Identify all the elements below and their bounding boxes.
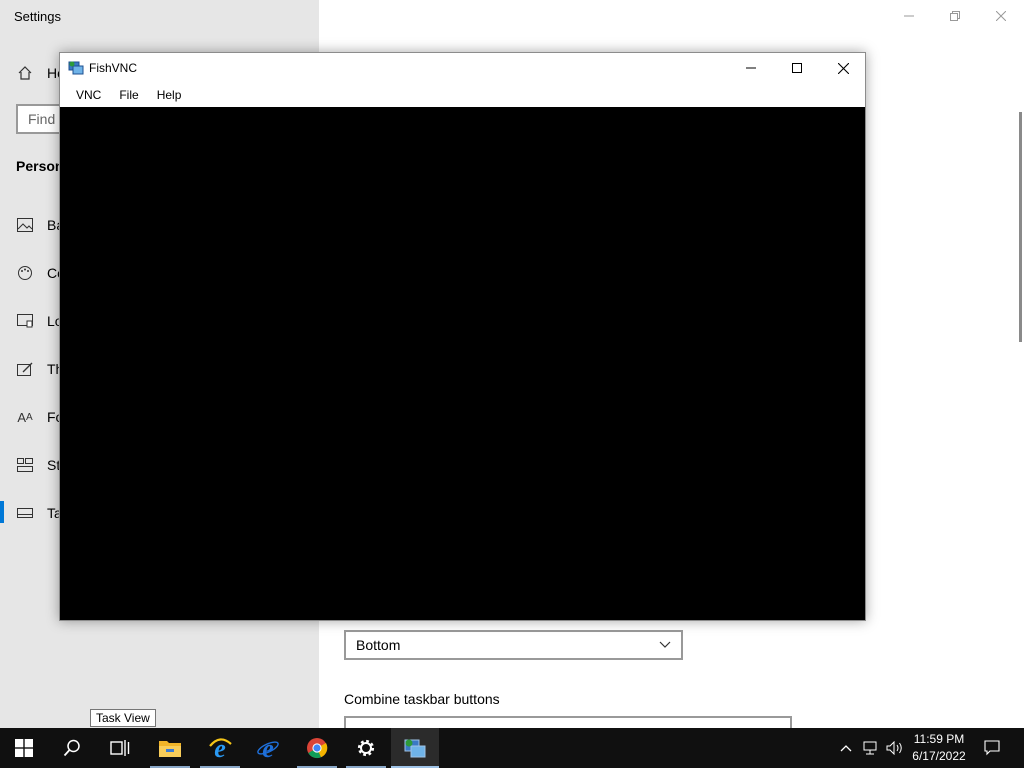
start-icon <box>16 456 34 474</box>
section-heading: Person <box>16 158 64 174</box>
sidebar-item-start[interactable]: St <box>16 453 60 477</box>
chrome-icon <box>307 738 328 759</box>
taskbar-location-value: Bottom <box>356 637 401 653</box>
task-view-tooltip: Task View <box>90 709 156 727</box>
vnc-menubar: VNC File Help <box>60 83 865 107</box>
sidebar-item-themes[interactable]: Th <box>16 357 63 381</box>
vnc-close-button[interactable] <box>820 53 866 83</box>
clock-time: 11:59 PM <box>913 732 965 746</box>
file-explorer-button[interactable] <box>146 728 194 768</box>
sidebar-item-lock-screen[interactable]: Lo <box>16 309 63 333</box>
menu-file[interactable]: File <box>110 83 147 107</box>
close-icon <box>837 62 849 74</box>
maximize-icon <box>792 63 802 73</box>
file-explorer-icon <box>159 741 181 757</box>
active-indicator <box>0 501 4 523</box>
fishvnc-window: FishVNC VNC File Help <box>59 52 866 621</box>
settings-restore-button[interactable] <box>940 4 970 28</box>
fishvnc-icon <box>404 739 426 758</box>
settings-close-button[interactable] <box>986 4 1016 28</box>
vnc-titlebar[interactable]: FishVNC <box>60 53 865 83</box>
search-icon <box>63 739 80 757</box>
vnc-maximize-button[interactable] <box>774 53 820 83</box>
svg-text:e: e <box>262 736 274 760</box>
picture-icon <box>16 216 34 234</box>
edge-button[interactable]: e <box>196 728 244 768</box>
taskbar: e e 11:59 PM 6/17/2022 <box>0 728 1024 768</box>
taskbar-location-dropdown[interactable]: Bottom <box>344 630 683 660</box>
palette-icon <box>16 264 34 282</box>
lock-screen-icon <box>16 312 34 330</box>
chevron-down-icon <box>659 632 671 667</box>
settings-taskbar-button[interactable] <box>342 728 390 768</box>
network-button[interactable] <box>860 728 882 768</box>
sidebar-item-colors[interactable]: Co <box>16 261 65 285</box>
combine-taskbar-dropdown[interactable] <box>344 716 792 728</box>
home-nav-item[interactable]: Ho <box>16 61 65 85</box>
settings-scrollbar[interactable] <box>1019 112 1022 342</box>
clock-date: 6/17/2022 <box>912 749 966 763</box>
fonts-icon: AA <box>17 409 33 425</box>
search-button[interactable] <box>48 728 96 768</box>
show-hidden-icons-button[interactable] <box>836 728 856 768</box>
themes-icon <box>16 360 34 378</box>
vnc-remote-display[interactable] <box>60 107 865 620</box>
start-button[interactable] <box>0 728 48 768</box>
action-center-button[interactable] <box>976 728 1008 768</box>
volume-button[interactable] <box>884 728 906 768</box>
minimize-icon <box>746 67 756 69</box>
chrome-button[interactable] <box>293 728 341 768</box>
sidebar-item-background[interactable]: Ba <box>16 213 64 237</box>
start-icon <box>15 739 33 757</box>
settings-gear-icon <box>357 739 375 757</box>
speaker-icon <box>886 741 902 755</box>
network-icon <box>863 741 877 755</box>
system-clock[interactable]: 11:59 PM 6/17/2022 <box>906 731 972 765</box>
sidebar-item-taskbar[interactable]: Ta <box>16 501 62 525</box>
taskbar-icon <box>16 504 34 522</box>
menu-vnc[interactable]: VNC <box>67 83 110 107</box>
vnc-window-title: FishVNC <box>89 61 138 75</box>
chevron-up-icon <box>840 745 852 752</box>
settings-minimize-button[interactable] <box>894 4 924 28</box>
home-icon <box>16 64 34 82</box>
notification-icon <box>984 740 1000 756</box>
vnc-minimize-button[interactable] <box>728 53 774 83</box>
sidebar-item-fonts[interactable]: AA Fo <box>16 405 63 429</box>
menu-help[interactable]: Help <box>148 83 191 107</box>
internet-explorer-button[interactable]: e <box>244 728 292 768</box>
edge-icon: e <box>209 736 232 760</box>
ie-icon: e <box>257 736 279 760</box>
combine-taskbar-label: Combine taskbar buttons <box>344 691 500 707</box>
task-view-icon <box>110 740 130 756</box>
fishvnc-taskbar-button[interactable] <box>391 728 439 768</box>
task-view-button[interactable] <box>96 728 144 768</box>
fishvnc-app-icon <box>68 60 84 76</box>
settings-title: Settings <box>14 9 61 24</box>
